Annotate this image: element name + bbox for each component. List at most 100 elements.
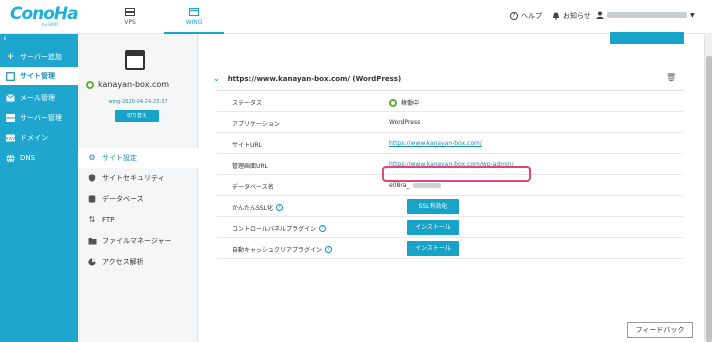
database-name-redacted <box>413 183 442 188</box>
section-title: https://www.kanayan-box.com/ (WordPress) <box>227 74 402 83</box>
row-label: データベース名 <box>232 184 274 191</box>
site-icon <box>6 71 15 81</box>
row-label: かんたんSSL化 ? <box>232 203 283 212</box>
user-icon <box>596 11 604 19</box>
sidebar-item-label: メール管理 <box>20 94 55 102</box>
svg-text:www: www <box>6 136 15 142</box>
main-sidebar: ‹ + サーバー追加 サイト管理 メール管理 サーバー管理 www ドメイン D… <box>0 34 78 342</box>
sidebar-item-label: サーバー管理 <box>20 114 62 122</box>
menu-access-analytics[interactable]: アクセス解析 <box>88 252 198 272</box>
help-link[interactable]: ? ヘルプ <box>510 11 542 21</box>
help-icon[interactable]: ? <box>325 246 333 253</box>
tab-vps-label: VPS <box>124 19 136 26</box>
top-action-button[interactable] <box>610 32 684 44</box>
tab-wing-label: WING <box>185 19 203 26</box>
scrollbar[interactable] <box>704 34 712 342</box>
transfer-icon: ⇅ <box>88 215 96 224</box>
server-icon <box>6 113 15 123</box>
site-section-header[interactable]: ⌄ https://www.kanayan-box.com/ (WordPres… <box>213 74 401 83</box>
menu-database[interactable]: データベース <box>88 189 198 209</box>
site-domain-label: kanayan-box.com <box>98 80 170 89</box>
site-url-link[interactable]: https://www.kanayan-box.com/ <box>389 140 482 147</box>
chevron-down-icon: ⌄ <box>213 74 220 83</box>
sidebar-item-server-management[interactable]: サーバー管理 <box>0 109 78 127</box>
scrollbar-thumb[interactable] <box>706 56 712 342</box>
notice-link[interactable]: お知らせ <box>552 11 591 21</box>
browser-window-icon <box>125 50 145 70</box>
status-running-icon <box>389 98 397 107</box>
install-cache-clear-plugin-button[interactable]: インストール <box>407 241 459 256</box>
table-row-cache-clear-plugin: 自動キャッシュクリアプラグイン ? インストール <box>217 238 683 259</box>
row-value: e08ra_ <box>389 182 442 189</box>
table-row-ssl: かんたんSSL化 ? SSL有効化 <box>217 196 683 217</box>
status-running-icon <box>86 80 94 89</box>
menu-item-label: データベース <box>102 195 144 203</box>
tab-vps[interactable]: VPS <box>105 0 155 34</box>
domain-icon: www <box>4 134 17 143</box>
logo-wordmark: ConoHa <box>10 4 79 24</box>
sidebar-item-label: サーバー追加 <box>20 53 62 61</box>
logo-sub: by GMO <box>42 22 58 27</box>
shield-icon <box>88 174 96 182</box>
conoha-logo[interactable]: ConoHa by GMO <box>10 4 79 31</box>
table-row-status: ステータス 稼働中 <box>217 91 683 112</box>
site-domain: kanayan-box.com <box>86 80 196 89</box>
sidebar-item-add-server[interactable]: + サーバー追加 <box>0 48 78 66</box>
bell-icon <box>552 12 560 20</box>
sidebar-item-mail[interactable]: メール管理 <box>0 89 78 107</box>
menu-site-settings[interactable]: ⚙ サイト設定 <box>78 148 199 168</box>
user-menu[interactable]: ▼ <box>596 11 695 19</box>
help-icon[interactable]: ? <box>319 225 327 232</box>
sidebar-item-domain[interactable]: www ドメイン <box>0 129 78 147</box>
row-label-text: 自動キャッシュクリアプラグイン <box>232 247 323 254</box>
row-label-text: コントロールパネルプラグイン <box>232 226 317 233</box>
menu-site-security[interactable]: サイトセキュリティ <box>88 168 198 188</box>
trash-icon[interactable]: 🗑 <box>666 73 676 82</box>
collapse-icon[interactable]: ‹ <box>3 34 7 44</box>
sidebar-item-dns[interactable]: DNS <box>0 149 78 167</box>
menu-item-label: FTP <box>102 216 115 224</box>
ssl-enable-button[interactable]: SSL有効化 <box>407 199 459 214</box>
chart-icon <box>88 258 96 266</box>
row-label: 管理画面URL <box>232 163 268 170</box>
feedback-button[interactable]: フィードバック <box>627 322 693 338</box>
help-icon: ? <box>510 12 518 20</box>
mail-icon <box>6 93 15 103</box>
server-name: wing-2020-04-24-23-37 <box>108 99 168 105</box>
row-label: アプリケーション <box>232 121 280 128</box>
plus-icon: + <box>6 51 15 62</box>
database-name: e08ra_ <box>389 182 410 189</box>
chevron-down-icon: ▼ <box>690 11 695 19</box>
row-value: WordPress <box>389 119 421 126</box>
table-row-control-panel-plugin: コントロールパネルプラグイン ? インストール <box>217 217 683 238</box>
site-panel: kanayan-box.com wing-2020-04-24-23-37 切り… <box>78 34 199 342</box>
database-icon <box>88 195 96 203</box>
install-control-panel-plugin-button[interactable]: インストール <box>407 220 459 235</box>
server-icon <box>125 8 135 16</box>
sidebar-item-label: DNS <box>20 154 36 162</box>
table-row-site-url: サイトURL https://www.kanayan-box.com/ <box>217 133 683 154</box>
row-label: サイトURL <box>232 142 262 149</box>
help-label: ヘルプ <box>521 12 542 20</box>
switch-button[interactable]: 切り替え <box>115 110 159 122</box>
notice-label: お知らせ <box>563 12 591 20</box>
menu-file-manager[interactable]: ファイルマネージャー <box>88 231 198 251</box>
top-header: ConoHa by GMO VPS WING ? ヘルプ お知らせ ▼ <box>0 0 712 34</box>
menu-item-label: サイト設定 <box>102 154 137 162</box>
row-label: コントロールパネルプラグイン ? <box>232 224 327 233</box>
row-value: 稼働中 <box>389 98 419 107</box>
sidebar-item-label: ドメイン <box>20 134 48 142</box>
wing-icon <box>189 8 199 16</box>
help-icon[interactable]: ? <box>275 204 283 211</box>
menu-item-label: アクセス解析 <box>102 258 144 266</box>
menu-ftp[interactable]: ⇅ FTP <box>88 210 198 230</box>
globe-icon <box>6 153 15 163</box>
status-text: 稼働中 <box>401 100 420 107</box>
tab-wing[interactable]: WING <box>164 0 224 34</box>
row-label-text: かんたんSSL化 <box>232 205 273 212</box>
user-email-redacted <box>607 12 687 18</box>
row-label: 自動キャッシュクリアプラグイン ? <box>232 245 333 254</box>
folder-icon <box>88 237 97 245</box>
menu-item-label: ファイルマネージャー <box>102 237 172 245</box>
sidebar-item-site-management[interactable]: サイト管理 <box>0 67 78 85</box>
